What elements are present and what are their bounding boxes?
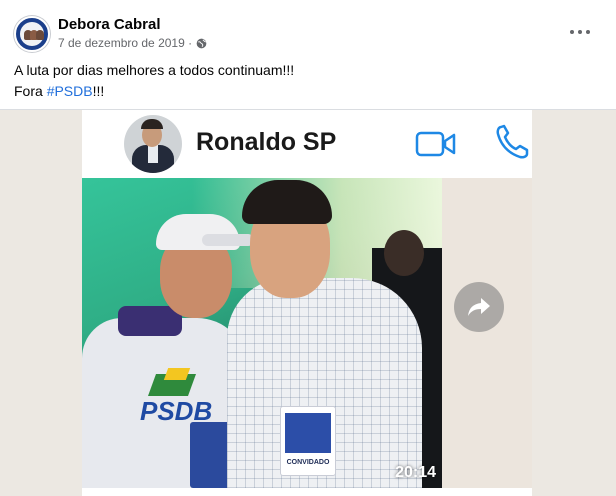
post-meta: 7 de dezembro de 2019 ·	[58, 36, 207, 50]
post-text-line-1: A luta por dias melhores a todos continu…	[14, 62, 295, 78]
post-header: Debora Cabral 7 de dezembro de 2019 · A …	[0, 0, 616, 110]
badge-right: CONVIDADO	[280, 406, 336, 476]
post-text: A luta por dias melhores a todos continu…	[14, 60, 294, 102]
more-options-icon[interactable]	[570, 22, 590, 42]
chat-header: Ronaldo SP	[82, 110, 532, 178]
post-date[interactable]: 7 de dezembro de 2019 ·	[58, 36, 192, 50]
contact-avatar	[124, 115, 182, 173]
screenshot-bottom-edge	[82, 488, 532, 496]
post-author-name[interactable]: Debora Cabral	[58, 16, 161, 33]
forward-button	[454, 282, 504, 332]
post-text-suffix: !!!	[92, 83, 105, 99]
post-image[interactable]: Ronaldo SP PSDB CONVIDADO 20:14	[0, 110, 616, 496]
phone-icon	[496, 124, 529, 159]
post-text-prefix: Fora	[14, 83, 47, 99]
badge-right-text: CONVIDADO	[286, 459, 330, 466]
profile-avatar[interactable]	[14, 16, 50, 52]
hashtag-link[interactable]: #PSDB	[47, 83, 93, 99]
whatsapp-screenshot: Ronaldo SP PSDB CONVIDADO 20:14	[82, 110, 532, 496]
badge-left	[190, 422, 232, 488]
post-text-line-2: Fora #PSDB!!!	[14, 81, 294, 102]
message-time: 20:14	[395, 464, 436, 481]
video-camera-icon	[415, 131, 456, 157]
contact-name: Ronaldo SP	[196, 128, 337, 156]
selfie-photo: PSDB CONVIDADO 20:14	[82, 178, 442, 488]
globe-icon[interactable]	[196, 38, 207, 49]
forward-arrow-icon	[468, 298, 490, 316]
